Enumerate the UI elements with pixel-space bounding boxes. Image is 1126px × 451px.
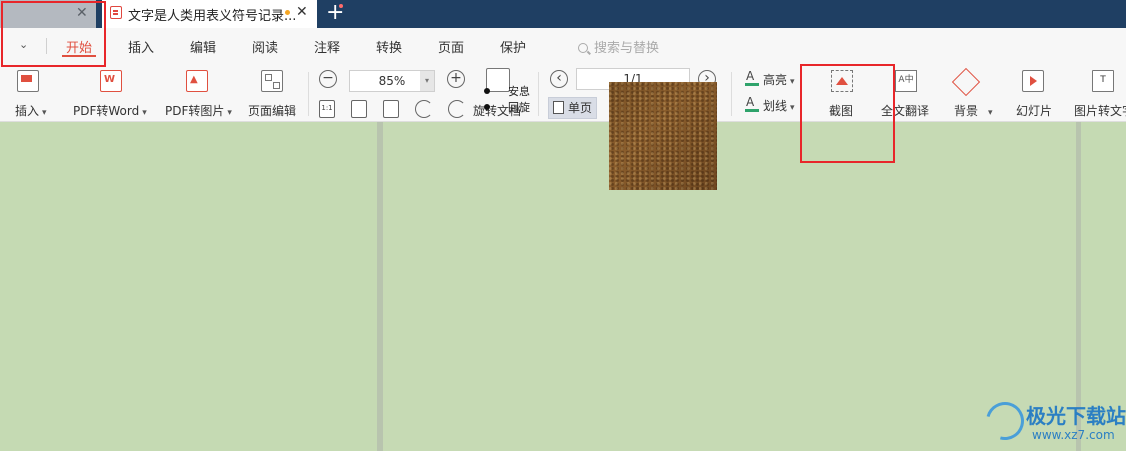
search-icon [578, 43, 588, 53]
menu-item-insert[interactable]: 插入 [128, 37, 154, 56]
notification-dot-icon [339, 4, 343, 8]
insert-page-icon [17, 70, 39, 92]
image-to-text-button[interactable]: T 图片转文字 [1068, 62, 1126, 120]
insert-label: 插入 ▾ [15, 104, 47, 118]
menu-item-page[interactable]: 页面 [438, 37, 464, 56]
image-to-text-label: 图片转文字 [1074, 104, 1126, 118]
page-edit-button[interactable]: 页面编辑 [246, 62, 300, 120]
leather-texture-image [609, 82, 717, 190]
annotation-box-screenshot [800, 64, 895, 163]
underline-icon: A [745, 95, 759, 112]
actual-size-button[interactable]: 1:1 [319, 100, 335, 118]
zoom-out-button[interactable]: − [319, 70, 337, 88]
menu-item-protect[interactable]: 保护 [500, 37, 526, 56]
fit-width-icon[interactable] [383, 100, 399, 118]
close-icon[interactable]: ✕ [296, 4, 308, 20]
zoom-value: 85% [378, 74, 406, 88]
document-workspace[interactable] [0, 122, 1126, 451]
ribbon-toolbar: 插入 ▾ W PDF转Word ▾ ▲ PDF转图片 ▾ 页面编辑 − 85% ▾ +… [0, 62, 1126, 122]
highlight-button[interactable]: A 高亮 ▾ [745, 69, 795, 88]
pdf-to-image-button[interactable]: ▲ PDF转图片 ▾ [164, 62, 236, 120]
single-page-icon [553, 101, 564, 114]
slideshow-label: 幻灯片 [1016, 104, 1053, 118]
list-item: 回旋 [484, 100, 530, 116]
menu-item-convert[interactable]: 转换 [376, 37, 402, 56]
tab-active-document[interactable]: 文字是人类用表义符号记录... ✕ [102, 0, 317, 28]
background-label: 背景 ▾ [954, 104, 993, 118]
watermark: 极光下载站 www.xz7.com [979, 395, 1126, 448]
bullet-icon [484, 88, 490, 94]
list-item: 安息 [484, 84, 530, 100]
slideshow-icon [1022, 70, 1044, 92]
pdf-document-icon [110, 6, 122, 19]
watermark-url: www.xz7.com [1032, 428, 1115, 442]
zoom-in-button[interactable]: + [447, 70, 465, 88]
underline-button[interactable]: A 划线 ▾ [745, 95, 795, 114]
bullet-list: 安息 回旋 [484, 84, 530, 116]
translate-icon: A中 [895, 70, 917, 92]
menu-item-annotate[interactable]: 注释 [314, 37, 340, 56]
page-edit-label: 页面编辑 [248, 104, 297, 118]
pdf-to-image-icon: ▲ [186, 70, 208, 92]
pdf-to-word-icon: W [100, 70, 122, 92]
search-placeholder: 搜索与替换 [594, 41, 660, 56]
toolbar-divider [538, 72, 539, 116]
toolbar-divider [731, 72, 732, 116]
rotate-left-icon[interactable] [415, 100, 433, 118]
page-grid-icon [261, 70, 283, 92]
chevron-down-icon[interactable]: ▾ [420, 71, 434, 91]
paint-bucket-icon [951, 67, 981, 97]
highlight-icon: A [745, 69, 759, 86]
pdf-to-image-label: PDF转图片 ▾ [165, 104, 232, 118]
fit-page-icon[interactable] [351, 100, 367, 118]
watermark-logo-icon [979, 395, 1031, 447]
image-to-text-icon: T [1092, 70, 1114, 92]
insert-button[interactable]: 插入 ▾ [12, 62, 62, 120]
tab-bar: ✕ 文字是人类用表义符号记录... ✕ + [0, 0, 1126, 28]
pdf-to-word-label: PDF转Word ▾ [73, 104, 147, 118]
background-button[interactable]: 背景 ▾ [950, 62, 1000, 120]
prev-page-button[interactable]: ‹ [550, 70, 568, 88]
slideshow-button[interactable]: 幻灯片 [1012, 62, 1058, 120]
pdf-to-word-button[interactable]: W PDF转Word ▾ [72, 62, 154, 120]
annotation-box-start-tab [1, 1, 106, 67]
menu-item-read[interactable]: 阅读 [252, 37, 278, 56]
single-page-button[interactable]: 单页 [548, 97, 598, 119]
pdf-page[interactable] [383, 122, 1076, 451]
zoom-select[interactable]: 85% ▾ [349, 70, 435, 92]
bullet-icon [484, 104, 490, 110]
unsaved-dot-icon [285, 10, 290, 15]
toolbar-divider [308, 72, 309, 116]
menu-item-edit[interactable]: 编辑 [190, 37, 216, 56]
rotate-right-icon[interactable] [448, 100, 466, 118]
watermark-title: 极光下载站 [1026, 404, 1126, 428]
menu-bar: ⌄ 开始 插入 编辑 阅读 注释 转换 页面 保护 搜索与替换 [0, 28, 1126, 62]
tab-title: 文字是人类用表义符号记录... [128, 9, 297, 24]
search-input[interactable]: 搜索与替换 [578, 37, 659, 56]
